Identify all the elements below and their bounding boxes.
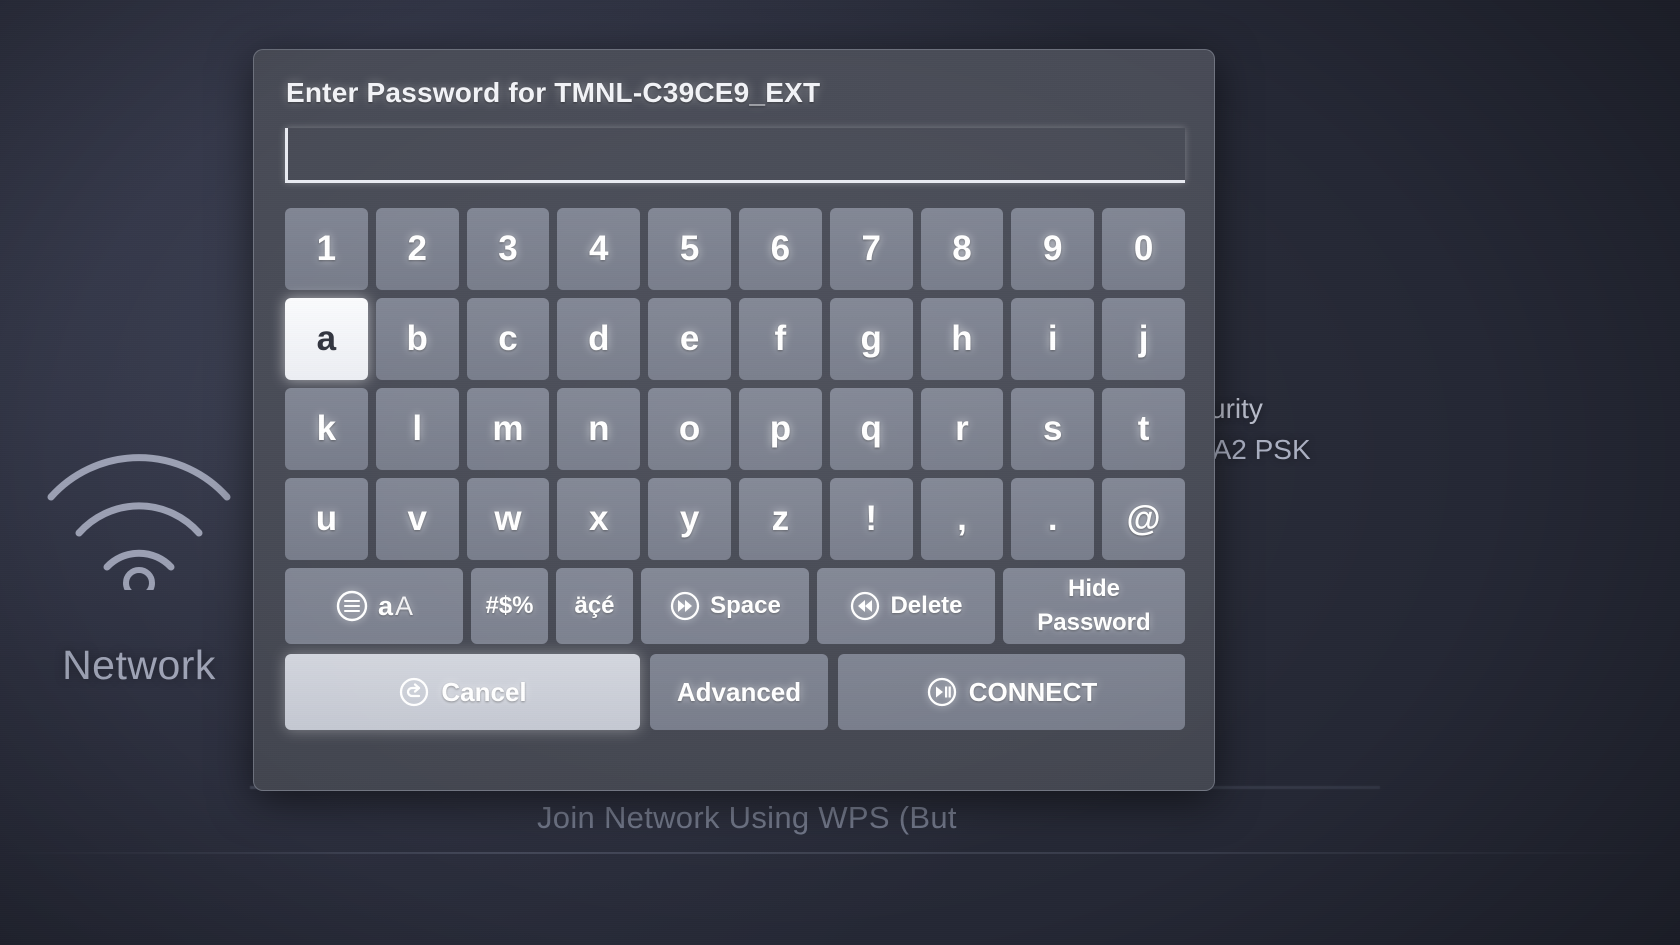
key-y[interactable]: y (648, 478, 731, 560)
key-8[interactable]: 8 (920, 208, 1004, 290)
key-5[interactable]: 5 (648, 208, 731, 290)
keyboard-row-numbers: 1 2 3 4 5 6 7 8 9 0 (285, 208, 1185, 290)
key-1[interactable]: 1 (285, 208, 368, 290)
toggle-case-key[interactable]: aA (285, 568, 463, 644)
key-g[interactable]: g (829, 298, 913, 380)
connect-button[interactable]: CONNECT (838, 654, 1185, 730)
key-at[interactable]: @ (1102, 478, 1185, 560)
key-f[interactable]: f (738, 298, 822, 380)
key-9[interactable]: 9 (1011, 208, 1095, 290)
list-circle-icon (335, 589, 369, 623)
key-6[interactable]: 6 (738, 208, 822, 290)
keyboard-row-u-at: u v w x y z ! , . @ (285, 478, 1185, 560)
space-key-label: Space (710, 592, 781, 619)
wifi-icon (47, 454, 231, 590)
key-i[interactable]: i (1011, 298, 1095, 380)
hide-password-line1: Hide (1067, 575, 1120, 602)
key-7[interactable]: 7 (829, 208, 913, 290)
fast-forward-circle-icon (669, 590, 701, 622)
cancel-button-label: Cancel (441, 676, 527, 707)
key-z[interactable]: z (738, 478, 822, 560)
key-x[interactable]: x (557, 478, 641, 560)
key-v[interactable]: v (375, 478, 459, 560)
key-s[interactable]: s (1011, 388, 1095, 470)
connect-button-label: CONNECT (968, 676, 1098, 707)
wps-list-item[interactable]: Join Network Using WPS (But (537, 800, 957, 836)
network-label: Network (62, 642, 216, 688)
space-key[interactable]: Space (641, 568, 809, 644)
password-input[interactable] (285, 128, 1185, 183)
key-l[interactable]: l (375, 388, 459, 470)
key-4[interactable]: 4 (557, 208, 641, 290)
rewind-circle-icon (849, 590, 881, 622)
dialog-title: Enter Password for TMNL-C39CE9_EXT (286, 77, 821, 108)
hide-password-line2: Password (1037, 609, 1151, 636)
key-r[interactable]: r (920, 388, 1004, 470)
delete-key[interactable]: Delete (817, 568, 995, 644)
key-b[interactable]: b (375, 298, 459, 380)
accented-chars-key[interactable]: äçé (556, 568, 633, 644)
network-indicator: Network (34, 425, 244, 689)
key-c[interactable]: c (466, 298, 550, 380)
dialog-action-row: Cancel Advanced CONNECT (285, 654, 1185, 730)
cancel-button[interactable]: Cancel (285, 654, 640, 730)
background-divider-bottom (0, 852, 1680, 854)
key-n[interactable]: n (557, 388, 641, 470)
key-j[interactable]: j (1102, 298, 1185, 380)
key-h[interactable]: h (920, 298, 1004, 380)
key-d[interactable]: d (557, 298, 641, 380)
hide-password-key[interactable]: Hide Password (1003, 568, 1185, 644)
key-exclamation[interactable]: ! (829, 478, 913, 560)
key-3[interactable]: 3 (466, 208, 550, 290)
key-t[interactable]: t (1102, 388, 1185, 470)
key-q[interactable]: q (829, 388, 913, 470)
keyboard-row-k-t: k l m n o p q r s t (285, 388, 1185, 470)
key-o[interactable]: o (648, 388, 731, 470)
key-2[interactable]: 2 (375, 208, 459, 290)
keyboard-function-row: aA #$% äçé Space Delete Hide Password (285, 568, 1185, 644)
toggle-case-label-upper: A (395, 591, 414, 621)
advanced-button[interactable]: Advanced (650, 654, 828, 730)
password-dialog: Enter Password for TMNL-C39CE9_EXT 1 2 3… (253, 49, 1215, 791)
key-p[interactable]: p (738, 388, 822, 470)
key-k[interactable]: k (285, 388, 368, 470)
back-circle-icon (398, 676, 430, 708)
key-a[interactable]: a (285, 298, 368, 380)
key-period[interactable]: . (1011, 478, 1095, 560)
key-comma[interactable]: , (920, 478, 1004, 560)
key-e[interactable]: e (648, 298, 731, 380)
toggle-case-label-lower: a (377, 591, 393, 621)
keyboard-row-a-j: a b c d e f g h i j (285, 298, 1185, 380)
delete-key-label: Delete (890, 592, 963, 619)
key-0[interactable]: 0 (1102, 208, 1185, 290)
key-u[interactable]: u (285, 478, 368, 560)
play-pause-circle-icon (926, 676, 958, 708)
key-w[interactable]: w (466, 478, 550, 560)
symbols-key[interactable]: #$% (471, 568, 548, 644)
key-m[interactable]: m (466, 388, 550, 470)
on-screen-keyboard: 1 2 3 4 5 6 7 8 9 0 a b c d e f g h i j … (285, 208, 1185, 730)
